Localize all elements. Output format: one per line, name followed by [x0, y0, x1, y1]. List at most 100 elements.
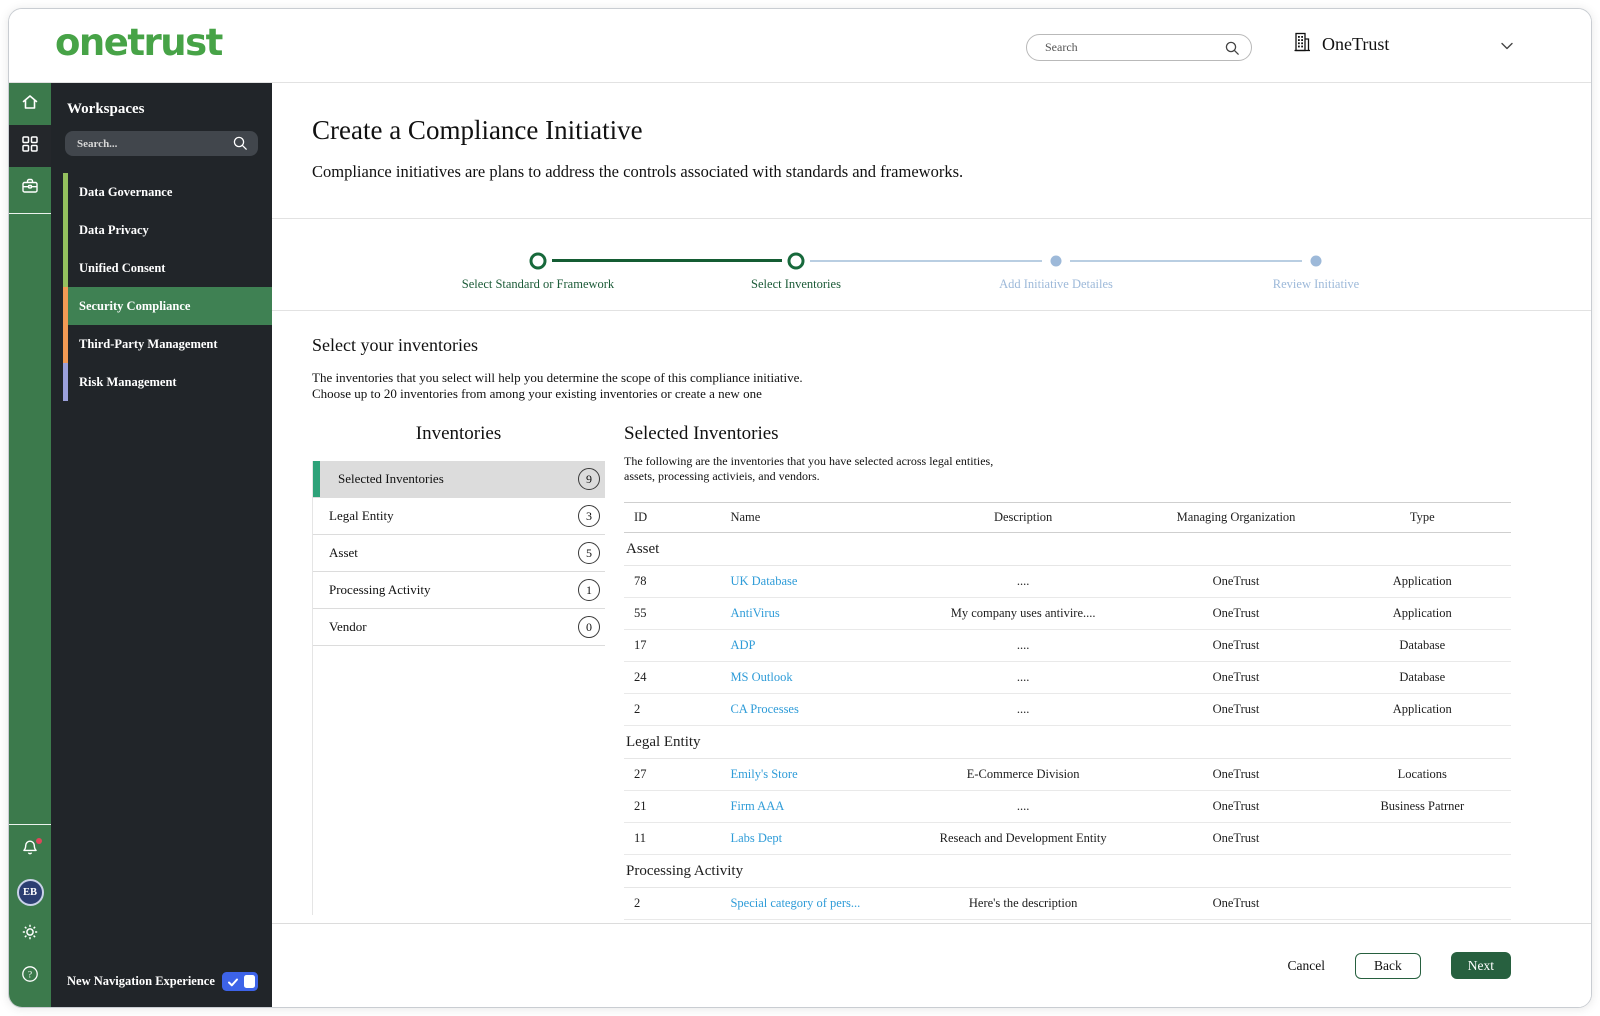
wizard-actions: Cancel Back Next: [272, 923, 1591, 1007]
nav-experience-toggle[interactable]: [222, 972, 258, 991]
home-button[interactable]: [9, 83, 51, 125]
cell-description: My company uses antivire....: [907, 597, 1139, 630]
inventory-count-badge: 5: [578, 542, 600, 564]
inventory-name-link[interactable]: ADP: [730, 638, 755, 652]
column-header-type: Type: [1333, 502, 1511, 533]
search-icon: [1224, 40, 1241, 62]
selected-inventories-panel: Selected Inventories The following are t…: [624, 423, 1511, 920]
global-search[interactable]: [1026, 34, 1252, 61]
cell-name: Special category of pers...: [730, 887, 908, 920]
inventory-name-link[interactable]: Emily's Store: [730, 767, 797, 781]
cell-description: ....: [907, 693, 1139, 726]
step-marker-add-initiative-detailes[interactable]: [1050, 255, 1062, 267]
workspaces-title: Workspaces: [67, 101, 145, 117]
workspace-item-label: Third-Party Management: [79, 336, 218, 351]
cell-id: 17: [624, 629, 731, 662]
nav-experience-label: New Navigation Experience: [67, 974, 215, 988]
apps-button[interactable]: [9, 125, 51, 167]
step-marker-select-standard-or-framework[interactable]: [529, 252, 547, 270]
workspaces-search[interactable]: [65, 131, 258, 156]
inventory-name-link[interactable]: UK Database: [730, 574, 797, 588]
cell-id: 55: [624, 597, 731, 630]
cell-description: E-Commerce Division: [907, 758, 1139, 791]
cell-description: Here's the description: [907, 887, 1139, 920]
workspace-item-body: Unified Consent: [68, 249, 272, 287]
step-marker-select-inventories[interactable]: [787, 252, 805, 270]
workspace-item-label: Security Compliance: [79, 298, 191, 313]
workspace-item-unified-consent[interactable]: Unified Consent: [51, 249, 272, 287]
cell-id: 21: [624, 790, 731, 823]
workspaces-search-input[interactable]: [65, 131, 225, 156]
group-row-legal-entity: Legal Entity: [624, 725, 1511, 759]
column-header-description: Description: [907, 502, 1139, 533]
profile-button[interactable]: EB: [9, 871, 51, 913]
table-row: 78 UK Database.... OneTrust Application: [624, 565, 1511, 598]
table-head: ID Name Description Managing Organization Ty…: [624, 502, 1511, 533]
back-button[interactable]: Back: [1355, 952, 1421, 979]
step-marker-review-initiative[interactable]: [1310, 255, 1322, 267]
org-name: OneTrust: [1322, 34, 1390, 54]
cell-name: MS Outlook: [730, 661, 908, 694]
cell-id: 24: [624, 661, 731, 694]
inventory-filter-processing-activity[interactable]: Processing Activity 1: [313, 572, 605, 609]
cell-type: Database: [1333, 629, 1511, 662]
cell-type: Application: [1333, 597, 1511, 630]
table-row: 21 Firm AAA.... OneTrust Business Patrner: [624, 790, 1511, 823]
inventory-filter-asset[interactable]: Asset 5: [313, 535, 605, 572]
cell-name: Emily's Store: [730, 758, 908, 791]
workspace-item-data-privacy[interactable]: Data Privacy: [51, 211, 272, 249]
inventory-count-badge: 9: [578, 468, 600, 490]
inventory-name-link[interactable]: Firm AAA: [730, 799, 784, 813]
inventory-filter-legal-entity[interactable]: Legal Entity 3: [313, 498, 605, 535]
inventory-filter-label: Legal Entity: [329, 508, 394, 523]
cell-description: ....: [907, 629, 1139, 662]
search-icon: [232, 135, 249, 157]
org-selector[interactable]: OneTrust: [1292, 31, 1389, 58]
workspace-item-third-party-management[interactable]: Third-Party Management: [51, 325, 272, 363]
workspace-item-risk-management[interactable]: Risk Management: [51, 363, 272, 401]
notifications-button[interactable]: [9, 829, 51, 871]
inventory-name-link[interactable]: Special category of pers...: [730, 896, 860, 910]
inventory-filter-selected-inventories[interactable]: Selected Inventories 9: [313, 461, 605, 498]
step-label-select-inventories: Select Inventories: [751, 277, 841, 291]
global-search-input[interactable]: [1027, 35, 1207, 60]
step-label-select-standard-or-framework: Select Standard or Framework: [461, 277, 615, 291]
page-head: Create a Compliance Initiative Complianc…: [272, 83, 1591, 219]
table-row: 24 MS Outlook.... OneTrust Database: [624, 661, 1511, 694]
rail-divider: [9, 213, 51, 214]
workspace-item-security-compliance[interactable]: Security Compliance: [51, 287, 272, 325]
workspace-item-body: Security Compliance: [68, 287, 272, 325]
cell-type: Database: [1333, 661, 1511, 694]
inventory-count-badge: 0: [578, 616, 600, 638]
building-icon: [1292, 31, 1312, 58]
inventory-name-link[interactable]: AntiVirus: [730, 606, 779, 620]
inventory-name-link[interactable]: CA Processes: [730, 702, 798, 716]
app-window: onetrust OneTrust: [8, 8, 1592, 1008]
cell-managing-org: OneTrust: [1138, 822, 1334, 855]
inventory-filter-vendor[interactable]: Vendor 0: [313, 609, 605, 646]
cell-managing-org: OneTrust: [1138, 693, 1334, 726]
inventory-count-badge: 3: [578, 505, 600, 527]
toggle-knob: [244, 975, 255, 988]
section-desc-line2: Choose up to 20 inventories from among y…: [312, 385, 762, 401]
help-button[interactable]: ?: [9, 955, 51, 997]
stepper-segment: [552, 259, 782, 262]
cancel-button[interactable]: Cancel: [1288, 958, 1325, 974]
workspace-item-body: Risk Management: [68, 363, 272, 401]
cell-id: 78: [624, 565, 731, 598]
onetrust-logo: onetrust: [55, 21, 223, 64]
settings-button[interactable]: [9, 913, 51, 955]
table-row: 17 ADP.... OneTrust Database: [624, 629, 1511, 662]
table-row: 27 Emily's Store E-Commerce Division OneTru…: [624, 758, 1511, 791]
inventory-name-link[interactable]: MS Outlook: [730, 670, 792, 684]
inventory-name-link[interactable]: Labs Dept: [730, 831, 782, 845]
next-button[interactable]: Next: [1450, 952, 1511, 979]
workspace-item-label: Unified Consent: [79, 260, 166, 275]
top-header: onetrust OneTrust: [9, 9, 1591, 83]
cell-description: Reseach and Development Entity: [907, 822, 1139, 855]
workspace-item-label: Data Governance: [79, 184, 173, 199]
cell-managing-org: OneTrust: [1138, 565, 1334, 598]
projects-button[interactable]: [9, 167, 51, 209]
chevron-down-icon[interactable]: [1497, 36, 1517, 61]
workspace-item-data-governance[interactable]: Data Governance: [51, 173, 272, 211]
